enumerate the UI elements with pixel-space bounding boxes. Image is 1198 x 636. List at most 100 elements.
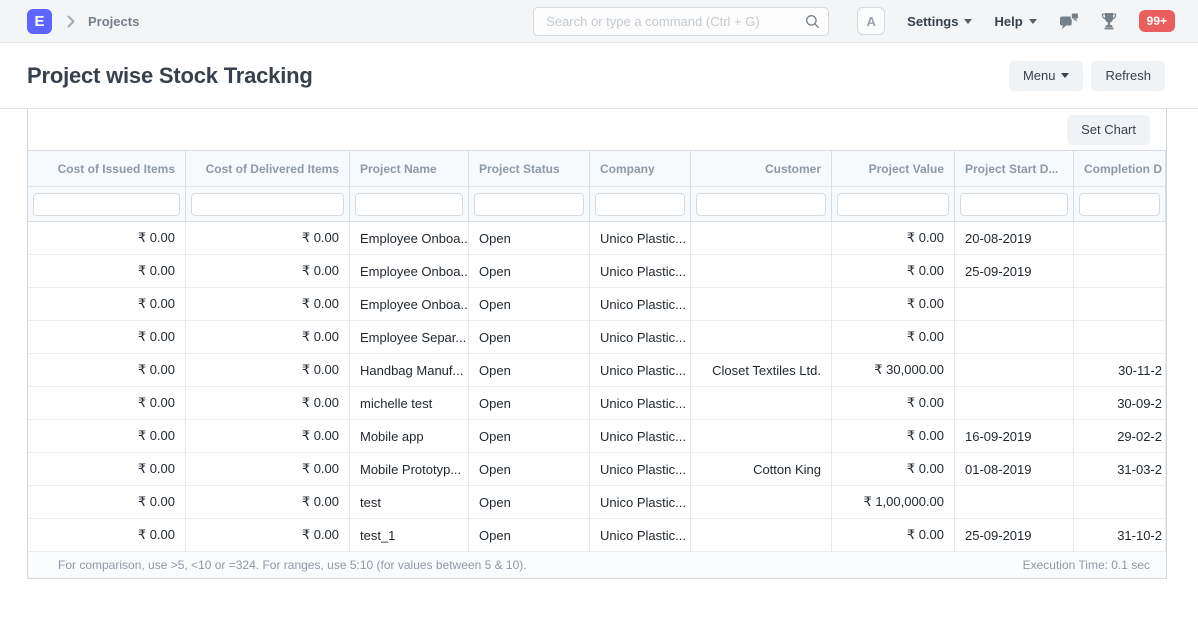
table-cell[interactable]: Open	[469, 321, 590, 354]
table-cell[interactable]: Employee Separ...	[350, 321, 469, 354]
table-cell[interactable]: ₹ 0.00	[832, 387, 955, 420]
table-cell[interactable]: ₹ 0.00	[28, 453, 186, 486]
column-filter-input[interactable]	[837, 193, 949, 216]
table-cell[interactable]: Unico Plastic...	[590, 354, 691, 387]
table-cell[interactable]: ₹ 0.00	[832, 255, 955, 288]
table-cell[interactable]: Cotton King	[691, 453, 832, 486]
table-cell[interactable]: 25-09-2019	[955, 519, 1074, 552]
table-cell[interactable]	[955, 288, 1074, 321]
table-cell[interactable]: ₹ 0.00	[832, 519, 955, 552]
table-cell[interactable]	[955, 486, 1074, 519]
column-header[interactable]: Cost of Delivered Items	[186, 151, 350, 187]
table-cell[interactable]	[691, 255, 832, 288]
table-cell[interactable]	[691, 222, 832, 255]
breadcrumb-projects[interactable]: Projects	[88, 14, 139, 29]
table-cell[interactable]: ₹ 0.00	[186, 321, 350, 354]
search-input[interactable]	[533, 7, 829, 36]
table-cell[interactable]: ₹ 0.00	[186, 519, 350, 552]
column-filter-input[interactable]	[1079, 193, 1160, 216]
table-cell[interactable]: ₹ 0.00	[186, 486, 350, 519]
refresh-button[interactable]: Refresh	[1091, 61, 1165, 91]
table-cell[interactable]	[1074, 255, 1166, 288]
table-cell[interactable]: ₹ 0.00	[832, 288, 955, 321]
column-filter-input[interactable]	[696, 193, 826, 216]
table-cell[interactable]: Open	[469, 288, 590, 321]
table-cell[interactable]: ₹ 0.00	[28, 420, 186, 453]
table-cell[interactable]: Mobile app	[350, 420, 469, 453]
column-filter-input[interactable]	[474, 193, 584, 216]
table-cell[interactable]: Mobile Prototyp...	[350, 453, 469, 486]
table-cell[interactable]	[691, 420, 832, 453]
table-cell[interactable]	[1074, 222, 1166, 255]
table-cell[interactable]: ₹ 0.00	[832, 222, 955, 255]
notifications-badge[interactable]: 99+	[1139, 10, 1175, 32]
table-cell[interactable]	[691, 321, 832, 354]
column-filter-input[interactable]	[191, 193, 344, 216]
table-cell[interactable]: Employee Onboa...	[350, 255, 469, 288]
table-cell[interactable]: ₹ 0.00	[186, 354, 350, 387]
user-avatar[interactable]: A	[857, 7, 885, 35]
table-cell[interactable]: Handbag Manuf...	[350, 354, 469, 387]
table-cell[interactable]: Unico Plastic...	[590, 255, 691, 288]
table-cell[interactable]: ₹ 0.00	[28, 486, 186, 519]
table-cell[interactable]: Open	[469, 453, 590, 486]
table-cell[interactable]: 20-08-2019	[955, 222, 1074, 255]
table-cell[interactable]: ₹ 0.00	[186, 288, 350, 321]
table-cell[interactable]: 25-09-2019	[955, 255, 1074, 288]
table-cell[interactable]: 31-03-2	[1074, 453, 1166, 486]
table-cell[interactable]: 01-08-2019	[955, 453, 1074, 486]
table-cell[interactable]: ₹ 0.00	[832, 453, 955, 486]
column-header[interactable]: Cost of Issued Items	[28, 151, 186, 187]
table-cell[interactable]	[691, 387, 832, 420]
column-header[interactable]: Company	[590, 151, 691, 187]
table-cell[interactable]: test_1	[350, 519, 469, 552]
table-cell[interactable]: Open	[469, 519, 590, 552]
column-header[interactable]: Project Value	[832, 151, 955, 187]
trophy-icon[interactable]	[1101, 12, 1117, 30]
table-cell[interactable]	[1074, 288, 1166, 321]
table-cell[interactable]	[955, 321, 1074, 354]
table-cell[interactable]: ₹ 0.00	[832, 420, 955, 453]
settings-dropdown[interactable]: Settings	[907, 14, 972, 29]
table-cell[interactable]: Open	[469, 222, 590, 255]
column-filter-input[interactable]	[33, 193, 180, 216]
table-cell[interactable]: Unico Plastic...	[590, 288, 691, 321]
set-chart-button[interactable]: Set Chart	[1067, 115, 1150, 145]
table-cell[interactable]: ₹ 0.00	[186, 255, 350, 288]
table-cell[interactable]	[955, 387, 1074, 420]
column-header[interactable]: Customer	[691, 151, 832, 187]
table-cell[interactable]	[691, 288, 832, 321]
table-cell[interactable]: Unico Plastic...	[590, 321, 691, 354]
table-cell[interactable]: ₹ 30,000.00	[832, 354, 955, 387]
column-header[interactable]: Completion D	[1074, 151, 1166, 187]
column-header[interactable]: Project Status	[469, 151, 590, 187]
table-cell[interactable]: ₹ 0.00	[832, 321, 955, 354]
menu-button[interactable]: Menu	[1009, 61, 1084, 91]
table-cell[interactable]: Open	[469, 486, 590, 519]
table-cell[interactable]: 29-02-2	[1074, 420, 1166, 453]
table-cell[interactable]: 16-09-2019	[955, 420, 1074, 453]
table-cell[interactable]	[1074, 486, 1166, 519]
table-cell[interactable]: ₹ 0.00	[28, 354, 186, 387]
table-cell[interactable]: Unico Plastic...	[590, 453, 691, 486]
table-cell[interactable]: Open	[469, 255, 590, 288]
table-cell[interactable]: 30-11-2	[1074, 354, 1166, 387]
table-cell[interactable]: Unico Plastic...	[590, 222, 691, 255]
table-cell[interactable]: ₹ 0.00	[186, 453, 350, 486]
table-cell[interactable]: ₹ 0.00	[28, 387, 186, 420]
chat-icon[interactable]	[1059, 12, 1079, 30]
table-cell[interactable]	[691, 519, 832, 552]
table-cell[interactable]: Open	[469, 387, 590, 420]
app-logo[interactable]: E	[27, 9, 52, 34]
table-cell[interactable]: ₹ 0.00	[28, 321, 186, 354]
table-cell[interactable]: Employee Onboa...	[350, 288, 469, 321]
table-cell[interactable]: Unico Plastic...	[590, 420, 691, 453]
table-cell[interactable]: ₹ 0.00	[28, 519, 186, 552]
table-cell[interactable]: Closet Textiles Ltd.	[691, 354, 832, 387]
table-cell[interactable]: Unico Plastic...	[590, 486, 691, 519]
table-cell[interactable]: Employee Onboa...	[350, 222, 469, 255]
table-cell[interactable]: ₹ 0.00	[186, 222, 350, 255]
column-filter-input[interactable]	[595, 193, 685, 216]
table-cell[interactable]: Open	[469, 354, 590, 387]
table-cell[interactable]: michelle test	[350, 387, 469, 420]
